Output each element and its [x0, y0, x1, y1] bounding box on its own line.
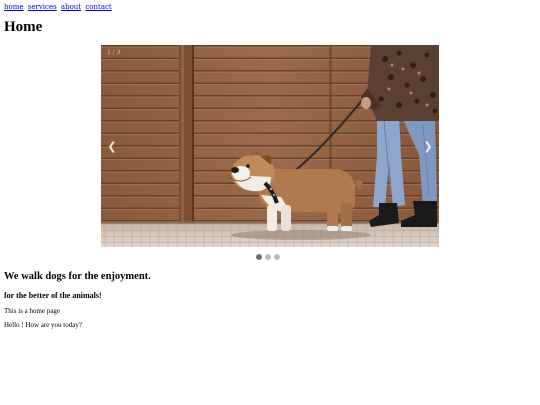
slide-dot-2[interactable] — [265, 254, 271, 260]
headline: We walk dogs for the enjoyment. — [4, 271, 151, 282]
slide-dot-1[interactable] — [256, 254, 262, 260]
nav-link-contact[interactable]: contact — [85, 3, 111, 11]
nav-link-home[interactable]: home — [4, 3, 24, 11]
greeting-text: Hello ! How are you today? — [4, 321, 82, 329]
page-title: Home — [4, 19, 43, 35]
subheadline: for the better of the animals! — [4, 291, 102, 300]
home-page-text: This is a home page — [4, 307, 60, 315]
dog-walking-photo: 1 / 3 — [101, 45, 439, 247]
nav-link-services[interactable]: services — [28, 3, 57, 11]
slide-dot-3[interactable] — [274, 254, 280, 260]
top-nav: home services about contact — [4, 3, 114, 12]
image-slideshow: 1 / 3 ❮ ❯ — [101, 45, 439, 247]
nav-link-about[interactable]: about — [61, 3, 81, 11]
chevron-right-icon[interactable]: ❯ — [420, 139, 436, 155]
svg-text:1 / 3: 1 / 3 — [107, 49, 121, 56]
chevron-left-icon[interactable]: ❮ — [104, 139, 120, 155]
slideshow-dots — [256, 254, 280, 260]
